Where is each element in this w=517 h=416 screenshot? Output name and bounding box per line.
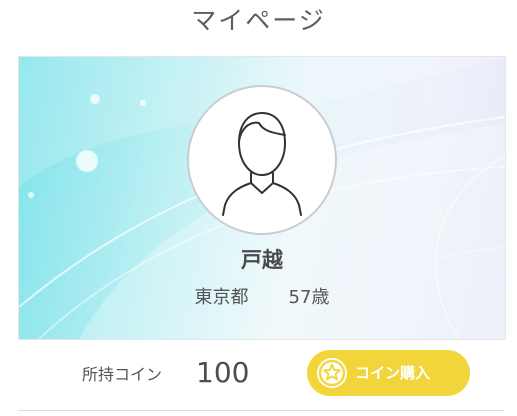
star-icon: [317, 358, 347, 388]
user-name: 戸越: [241, 248, 283, 272]
page-title: マイページ: [191, 6, 326, 35]
coin-label: 所持コイン: [82, 365, 163, 384]
buy-coins-button[interactable]: コイン購入: [307, 350, 470, 396]
coin-value: 100: [196, 356, 250, 389]
avatar[interactable]: [187, 85, 337, 235]
buy-coins-label: コイン購入: [355, 364, 431, 382]
divider: [18, 410, 504, 411]
user-meta: 東京都 57歳: [19, 287, 505, 309]
user-age: 57歳: [288, 287, 330, 308]
user-silhouette-icon: [222, 112, 302, 216]
profile-card: 戸越 東京都 57歳: [18, 56, 506, 340]
user-prefecture: 東京都: [194, 287, 249, 308]
coin-row: 所持コイン 100 コイン購入: [0, 345, 517, 405]
